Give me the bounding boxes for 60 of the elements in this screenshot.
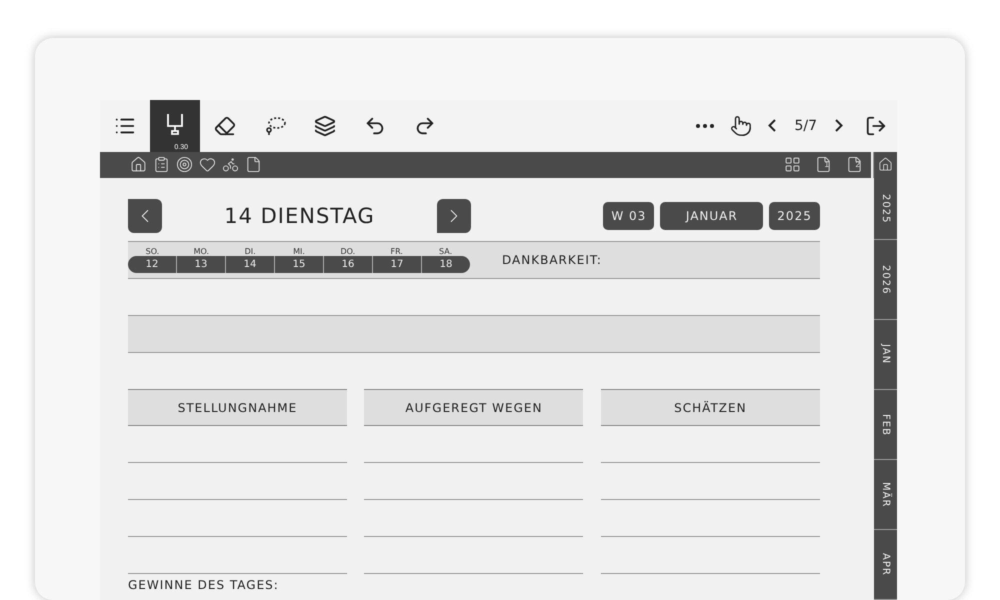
weekday-label: DO. bbox=[340, 247, 356, 256]
layers-icon bbox=[314, 114, 336, 137]
page-link[interactable] bbox=[245, 156, 262, 174]
date-link[interactable]: 2025 bbox=[769, 202, 820, 230]
side-tab[interactable]: 2026 bbox=[874, 240, 897, 320]
home-tab[interactable] bbox=[873, 152, 897, 178]
exit-icon bbox=[865, 114, 887, 137]
side-tab[interactable]: FEB bbox=[874, 390, 897, 460]
column-header: AUFGEREGT WEGEN bbox=[364, 389, 584, 426]
grid-icon bbox=[784, 156, 801, 174]
target-link[interactable] bbox=[176, 156, 193, 174]
weekday-label: MI. bbox=[292, 247, 306, 256]
eraser-icon bbox=[214, 114, 236, 137]
weekday-label: FR. bbox=[390, 247, 404, 256]
day-title: 14 DIENSTAG bbox=[223, 204, 376, 228]
wins-label: GEWINNE DES TAGES: bbox=[128, 578, 280, 592]
redo-icon bbox=[414, 114, 436, 137]
column-header: SCHÄTZEN bbox=[600, 389, 820, 426]
weekday-label: DI. bbox=[244, 247, 257, 256]
page-icon bbox=[815, 156, 832, 174]
next-day-button[interactable] bbox=[437, 199, 471, 233]
home-icon bbox=[130, 156, 147, 174]
grid-link[interactable] bbox=[784, 156, 801, 174]
page-icon bbox=[245, 156, 262, 174]
previous-day-button[interactable] bbox=[128, 199, 162, 233]
date-link[interactable]: 12 bbox=[128, 256, 176, 273]
bike-icon bbox=[222, 156, 239, 174]
more-icon bbox=[696, 124, 714, 128]
hand-icon bbox=[730, 114, 752, 137]
date-link[interactable]: 15 bbox=[274, 256, 323, 273]
clipboard-icon bbox=[153, 156, 170, 174]
undo-icon bbox=[364, 114, 386, 137]
date-link[interactable]: 17 bbox=[372, 256, 421, 273]
weekday-label: SO. bbox=[144, 247, 160, 256]
weekday-label: MO. bbox=[192, 247, 210, 256]
date-link[interactable]: 18 bbox=[421, 256, 470, 273]
date-link[interactable]: 13 bbox=[176, 256, 225, 273]
side-tab[interactable]: MÄR bbox=[874, 460, 897, 530]
weekday-label: SA. bbox=[438, 247, 454, 256]
page-icon bbox=[846, 156, 863, 174]
home-link[interactable] bbox=[130, 156, 147, 174]
side-tab[interactable]: 2025 bbox=[874, 178, 897, 240]
chevron-left-icon bbox=[768, 119, 776, 132]
date-link[interactable]: JANUAR bbox=[660, 202, 764, 230]
clipboard-link[interactable] bbox=[153, 156, 170, 174]
date-link[interactable]: W 03 bbox=[603, 202, 654, 230]
bike-link[interactable] bbox=[222, 156, 239, 174]
page-number: 5/7 bbox=[793, 118, 818, 134]
heart-icon bbox=[199, 156, 216, 174]
home-icon bbox=[878, 157, 893, 172]
column-header: STELLUNGNAHME bbox=[128, 389, 347, 426]
heart-link[interactable] bbox=[199, 156, 216, 174]
side-tab[interactable]: JAN bbox=[874, 320, 897, 390]
lasso-icon bbox=[263, 114, 287, 137]
side-tab[interactable]: APR bbox=[874, 530, 897, 600]
target-icon bbox=[176, 156, 193, 174]
date-link[interactable]: 16 bbox=[323, 256, 372, 273]
date-link[interactable]: 14 bbox=[225, 256, 274, 273]
chevron-right-icon bbox=[835, 119, 843, 132]
gratitude-label: DANKBARKEIT: bbox=[502, 253, 602, 267]
